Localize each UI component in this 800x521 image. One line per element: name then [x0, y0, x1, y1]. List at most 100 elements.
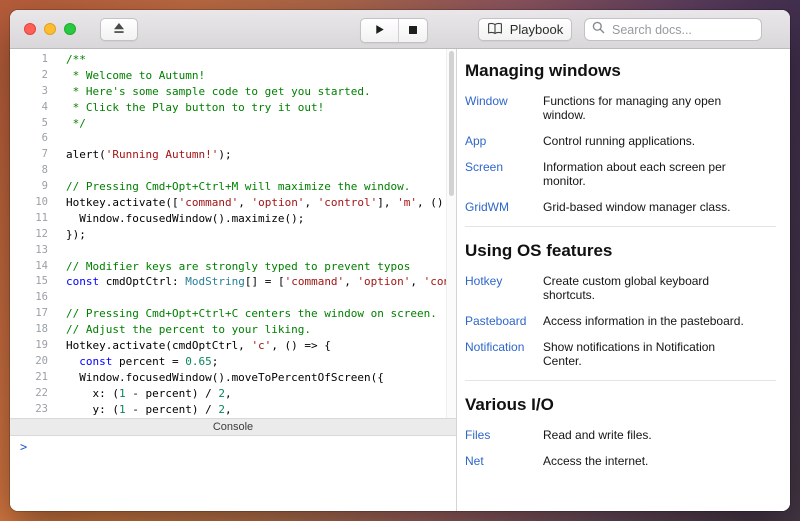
app-window: Playbook 1/**2 * Welcome to Autumn!3 * H… [10, 10, 790, 511]
docs-section-title: Various I/O [465, 395, 776, 415]
doc-description: Control running applications. [543, 134, 755, 148]
code-line[interactable]: 3 * Here's some sample code to get you s… [10, 84, 456, 100]
code-line[interactable]: 9 // Pressing Cmd+Opt+Ctrl+M will maximiz… [10, 179, 456, 195]
code-text: // Pressing Cmd+Opt+Ctrl+M will maximize… [66, 179, 410, 195]
code-line[interactable]: 19Hotkey.activate(cmdOptCtrl, 'c', () =>… [10, 338, 456, 354]
doc-link-pasteboard[interactable]: Pasteboard [465, 314, 543, 328]
line-number: 2 [10, 68, 48, 84]
editor-scrollbar-thumb[interactable] [449, 51, 454, 196]
doc-description: Create custom global keyboard shortcuts. [543, 274, 755, 302]
book-icon [487, 22, 503, 38]
code-text: const cmdOptCtrl: ModString[] = ['comman… [66, 274, 456, 290]
upload-icon [112, 22, 126, 37]
line-number: 18 [10, 322, 48, 338]
run-controls [360, 18, 428, 43]
line-number: 12 [10, 227, 48, 243]
doc-link-gridwm[interactable]: GridWM [465, 200, 543, 214]
line-number: 11 [10, 211, 48, 227]
docs-search[interactable] [584, 18, 762, 41]
console-header[interactable]: Console [10, 418, 456, 436]
line-number: 10 [10, 195, 48, 211]
doc-entry: ScreenInformation about each screen per … [465, 160, 776, 188]
doc-description: Read and write files. [543, 428, 755, 442]
stop-button[interactable] [399, 19, 427, 42]
section-divider [465, 226, 776, 227]
code-line[interactable]: 22 x: (1 - percent) / 2, [10, 386, 456, 402]
doc-entry: HotkeyCreate custom global keyboard shor… [465, 274, 776, 302]
section-divider [465, 380, 776, 381]
code-line[interactable]: 10 Hotkey.activate(['command', 'option', … [10, 195, 456, 211]
code-line[interactable]: 15 const cmdOptCtrl: ModString[] = ['comm… [10, 274, 456, 290]
code-text: */ [66, 116, 86, 132]
code-line[interactable]: 17// Pressing Cmd+Opt+Ctrl+C centers the… [10, 306, 456, 322]
doc-entry: AppControl running applications. [465, 134, 776, 148]
doc-link-window[interactable]: Window [465, 94, 543, 122]
code-text: * Click the Play button to try it out! [66, 100, 324, 116]
code-line[interactable]: 5 */ [10, 116, 456, 132]
doc-link-screen[interactable]: Screen [465, 160, 543, 188]
line-number: 19 [10, 338, 48, 354]
doc-link-net[interactable]: Net [465, 454, 543, 468]
doc-description: Access information in the pasteboard. [543, 314, 755, 328]
search-input[interactable] [610, 22, 754, 38]
code-text: alert('Running Autumn!'); [66, 147, 232, 163]
doc-link-app[interactable]: App [465, 134, 543, 148]
line-number: 4 [10, 100, 48, 116]
code-text: * Welcome to Autumn! [66, 68, 205, 84]
code-line[interactable]: 11 Window.focusedWindow().maximize(); [10, 211, 456, 227]
traffic-lights [24, 23, 76, 35]
code-line[interactable]: 8 [10, 163, 456, 179]
code-line[interactable]: 7alert('Running Autumn!'); [10, 147, 456, 163]
docs-pane: Managing windowsWindowFunctions for mana… [457, 49, 790, 511]
code-line[interactable]: 12}); [10, 227, 456, 243]
code-line[interactable]: 23 y: (1 - percent) / 2, [10, 402, 456, 418]
stop-icon [408, 22, 418, 40]
code-line[interactable]: 4 * Click the Play button to try it out! [10, 100, 456, 116]
line-number: 3 [10, 84, 48, 100]
doc-description: Show notifications in Notification Cente… [543, 340, 755, 368]
console-output[interactable]: > [10, 436, 456, 511]
play-button[interactable] [361, 19, 399, 42]
code-line[interactable]: 16 [10, 290, 456, 306]
code-text: x: (1 - percent) / 2, [66, 386, 232, 402]
minimize-button[interactable] [44, 23, 56, 35]
doc-link-files[interactable]: Files [465, 428, 543, 442]
code-text: // Modifier keys are strongly typed to p… [66, 259, 410, 275]
code-text: Hotkey.activate(['command', 'option', 'c… [66, 195, 456, 211]
code-line[interactable]: 21 Window.focusedWindow().moveToPercentO… [10, 370, 456, 386]
playbook-button[interactable]: Playbook [478, 18, 572, 41]
doc-link-hotkey[interactable]: Hotkey [465, 274, 543, 302]
line-number: 15 [10, 274, 48, 290]
doc-description: Information about each screen per monito… [543, 160, 755, 188]
titlebar[interactable]: Playbook [10, 10, 790, 49]
doc-entry: PasteboardAccess information in the past… [465, 314, 776, 328]
line-number: 9 [10, 179, 48, 195]
upload-button[interactable] [100, 18, 138, 41]
code-editor[interactable]: 1/**2 * Welcome to Autumn!3 * Here's som… [10, 49, 456, 418]
code-line[interactable]: 1/** [10, 52, 456, 68]
code-text: Window.focusedWindow().maximize(); [66, 211, 304, 227]
playbook-label: Playbook [510, 22, 563, 37]
line-number: 1 [10, 52, 48, 68]
doc-entry: WindowFunctions for managing any open wi… [465, 94, 776, 122]
line-number: 14 [10, 259, 48, 275]
line-number: 8 [10, 163, 48, 179]
line-number: 23 [10, 402, 48, 418]
line-number: 22 [10, 386, 48, 402]
editor-scrollbar[interactable] [446, 49, 456, 418]
code-line[interactable]: 2 * Welcome to Autumn! [10, 68, 456, 84]
code-line[interactable]: 20 const percent = 0.65; [10, 354, 456, 370]
code-line[interactable]: 14 // Modifier keys are strongly typed to… [10, 259, 456, 275]
line-number: 21 [10, 370, 48, 386]
doc-entry: FilesRead and write files. [465, 428, 776, 442]
docs-section-title: Using OS features [465, 241, 776, 261]
code-line[interactable]: 6 [10, 131, 456, 147]
zoom-button[interactable] [64, 23, 76, 35]
code-line[interactable]: 18// Adjust the percent to your liking. [10, 322, 456, 338]
close-button[interactable] [24, 23, 36, 35]
line-number: 6 [10, 131, 48, 147]
doc-entry: NetAccess the internet. [465, 454, 776, 468]
doc-link-notification[interactable]: Notification [465, 340, 543, 368]
code-line[interactable]: 13 [10, 243, 456, 259]
line-number: 17 [10, 306, 48, 322]
